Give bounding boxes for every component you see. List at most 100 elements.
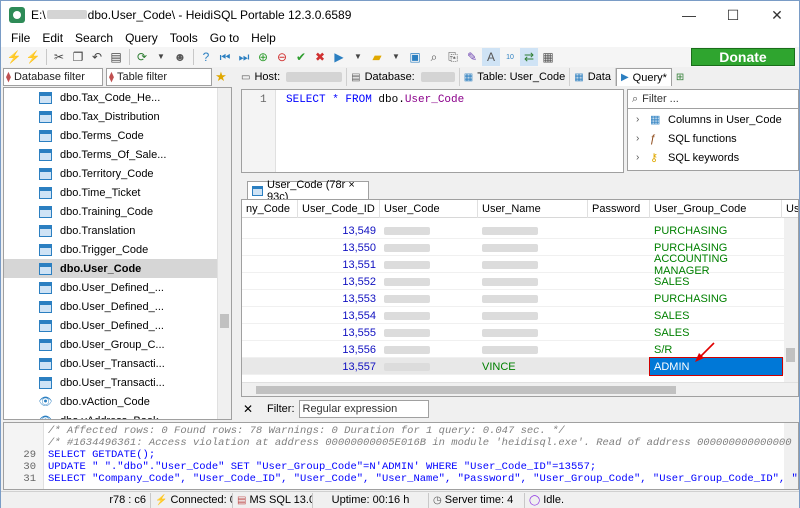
tree-item[interactable]: dbo.Tax_Distribution — [4, 107, 218, 126]
database-filter-input[interactable]: ⧫ Database filter — [3, 68, 103, 86]
cell-user-code-id[interactable]: 13,550 — [298, 239, 380, 256]
cell-user-name[interactable] — [478, 222, 588, 239]
grid-vertical-scrollbar[interactable] — [784, 218, 798, 382]
tab-query[interactable]: ▶ Query* — [615, 68, 672, 86]
menu-goto[interactable]: Go to — [204, 31, 245, 45]
helper-item-columns[interactable]: › ▦ Columns in User_Code — [628, 110, 798, 129]
minimize-button[interactable]: — — [667, 1, 711, 29]
cell-user-code-id[interactable]: 13,555 — [298, 324, 380, 341]
table-row[interactable]: 13,553 PURCHASING — [242, 290, 784, 307]
tab-host[interactable]: ▭ Host: — [237, 68, 348, 86]
menu-search[interactable]: Search — [69, 31, 119, 45]
tree-item[interactable]: dbo.User_Code — [4, 259, 218, 278]
donate-button[interactable]: Donate — [691, 48, 795, 66]
helper-filter-input[interactable]: ⌕ Filter ... — [627, 89, 799, 109]
cell-user-code-id[interactable]: 13,557 — [298, 358, 380, 375]
sql-log[interactable]: /* Affected rows: 0 Found rows: 78 Warni… — [3, 422, 799, 490]
menu-tools[interactable]: Tools — [164, 31, 204, 45]
cell-user-name[interactable] — [478, 290, 588, 307]
cell-user-group-code[interactable]: SALES — [650, 324, 782, 341]
table-row[interactable]: 13,549 PURCHASING — [242, 222, 784, 239]
tree-item[interactable]: dbo.Translation — [4, 221, 218, 240]
find-icon[interactable]: ⌕ — [425, 48, 443, 66]
cell-user-name[interactable]: VINCE — [478, 358, 588, 375]
column-header[interactable]: Password — [588, 200, 650, 218]
cell-password[interactable] — [588, 290, 650, 307]
tree-item[interactable]: dbo.Trigger_Code — [4, 240, 218, 259]
grid-filter-input[interactable]: Regular expression — [298, 400, 429, 418]
tree-item[interactable]: dbo.Time_Ticket — [4, 183, 218, 202]
cell-user-code-id[interactable]: 13,556 — [298, 341, 380, 358]
tree-item[interactable]: dbo.User_Group_C... — [4, 335, 218, 354]
tree-item[interactable]: dbo.User_Transacti... — [4, 373, 218, 392]
favorite-star-icon[interactable]: ★ — [212, 68, 230, 86]
cancel-icon[interactable]: ✖ — [311, 48, 329, 66]
tree-item[interactable]: dbo.User_Defined_... — [4, 316, 218, 335]
copy-icon[interactable]: ❐ — [69, 48, 87, 66]
insert-row-icon[interactable]: ⊕ — [254, 48, 272, 66]
cell-user-name[interactable] — [478, 307, 588, 324]
cut-icon[interactable]: ✂ — [50, 48, 68, 66]
menu-query[interactable]: Query — [119, 31, 164, 45]
column-header[interactable]: User_Code_ID — [298, 200, 380, 218]
table-filter-input[interactable]: ⧫ Table filter — [106, 68, 212, 86]
cell-password[interactable] — [588, 324, 650, 341]
cell-user-group-code[interactable]: SALES — [650, 273, 782, 290]
tree-item[interactable]: dbo.User_Defined_... — [4, 278, 218, 297]
binary-icon[interactable]: 10 — [501, 48, 519, 66]
cell-user-code-id[interactable]: 13,549 — [298, 222, 380, 239]
tree-item[interactable]: 👁 dbo.vAction_Code — [4, 392, 218, 411]
cell-password[interactable] — [588, 222, 650, 239]
cell-user-name[interactable] — [478, 256, 588, 273]
open-dropdown-icon[interactable]: ▼ — [387, 48, 405, 66]
log-icon[interactable]: ▦ — [539, 48, 557, 66]
cell-user-code[interactable] — [380, 239, 478, 256]
connect-icon[interactable]: ⚡ — [5, 48, 23, 66]
cell-password[interactable] — [588, 358, 650, 375]
run-dropdown-icon[interactable]: ▼ — [349, 48, 367, 66]
cell-password[interactable] — [588, 341, 650, 358]
tree-item[interactable]: dbo.User_Defined_... — [4, 297, 218, 316]
tree-item[interactable]: dbo.Tax_Code_He... — [4, 88, 218, 107]
sql-editor[interactable]: 1 SELECT * FROM dbo.User_Code — [241, 89, 624, 173]
first-record-icon[interactable]: ⏮ — [216, 48, 234, 66]
grid-horizontal-scrollbar[interactable] — [242, 382, 798, 396]
tab-database[interactable]: ▤ Database: — [347, 68, 460, 86]
print-icon[interactable]: ▤ — [107, 48, 125, 66]
cell-user-code[interactable] — [380, 341, 478, 358]
tree-vertical-scrollbar[interactable] — [217, 88, 231, 419]
maximize-button[interactable]: ☐ — [711, 1, 755, 29]
helper-item-functions[interactable]: › ƒ SQL functions — [628, 129, 798, 148]
cell-user-group-code[interactable]: SALES — [650, 307, 782, 324]
table-row[interactable]: 13,551 ACCOUNTING MANAGER — [242, 253, 784, 277]
menu-file[interactable]: File — [5, 31, 36, 45]
replace-icon[interactable]: ⎘ — [444, 48, 462, 66]
cell-user-group-code[interactable]: PURCHASING — [650, 290, 782, 307]
tab-table[interactable]: ▦ Table: User_Code — [460, 68, 571, 86]
tree-item[interactable]: dbo.Terms_Of_Sale... — [4, 145, 218, 164]
disconnect-icon[interactable]: ⚡ — [24, 48, 42, 66]
result-tab[interactable]: User_Code (78r × 93c) — [247, 179, 369, 203]
close-icon[interactable]: ✕ — [243, 402, 259, 416]
tab-data[interactable]: ▦ Data — [570, 68, 616, 86]
cell-user-code-id[interactable]: 13,553 — [298, 290, 380, 307]
table-row[interactable]: 13,552 SALES — [242, 273, 784, 290]
run-icon[interactable]: ▶ — [330, 48, 348, 66]
cell-user-name[interactable] — [478, 273, 588, 290]
cell-user-name[interactable] — [478, 341, 588, 358]
open-folder-icon[interactable]: ▰ — [368, 48, 386, 66]
cell-user-code-id[interactable]: 13,554 — [298, 307, 380, 324]
wrap-icon[interactable]: ⇄ — [520, 48, 538, 66]
scrollbar-thumb[interactable] — [786, 348, 795, 362]
column-header[interactable]: User_Code — [380, 200, 478, 218]
cell-user-name[interactable] — [478, 324, 588, 341]
cell-user-code[interactable] — [380, 222, 478, 239]
column-header[interactable]: Us — [782, 200, 798, 218]
column-header[interactable]: ny_Code — [242, 200, 298, 218]
cell-user-name[interactable] — [478, 239, 588, 256]
cell-password[interactable] — [588, 256, 650, 273]
case-toggle-icon[interactable]: A — [482, 48, 500, 66]
tree-item[interactable]: dbo.User_Transacti... — [4, 354, 218, 373]
tree-item[interactable]: dbo.Territory_Code — [4, 164, 218, 183]
close-button[interactable]: ✕ — [755, 1, 799, 29]
